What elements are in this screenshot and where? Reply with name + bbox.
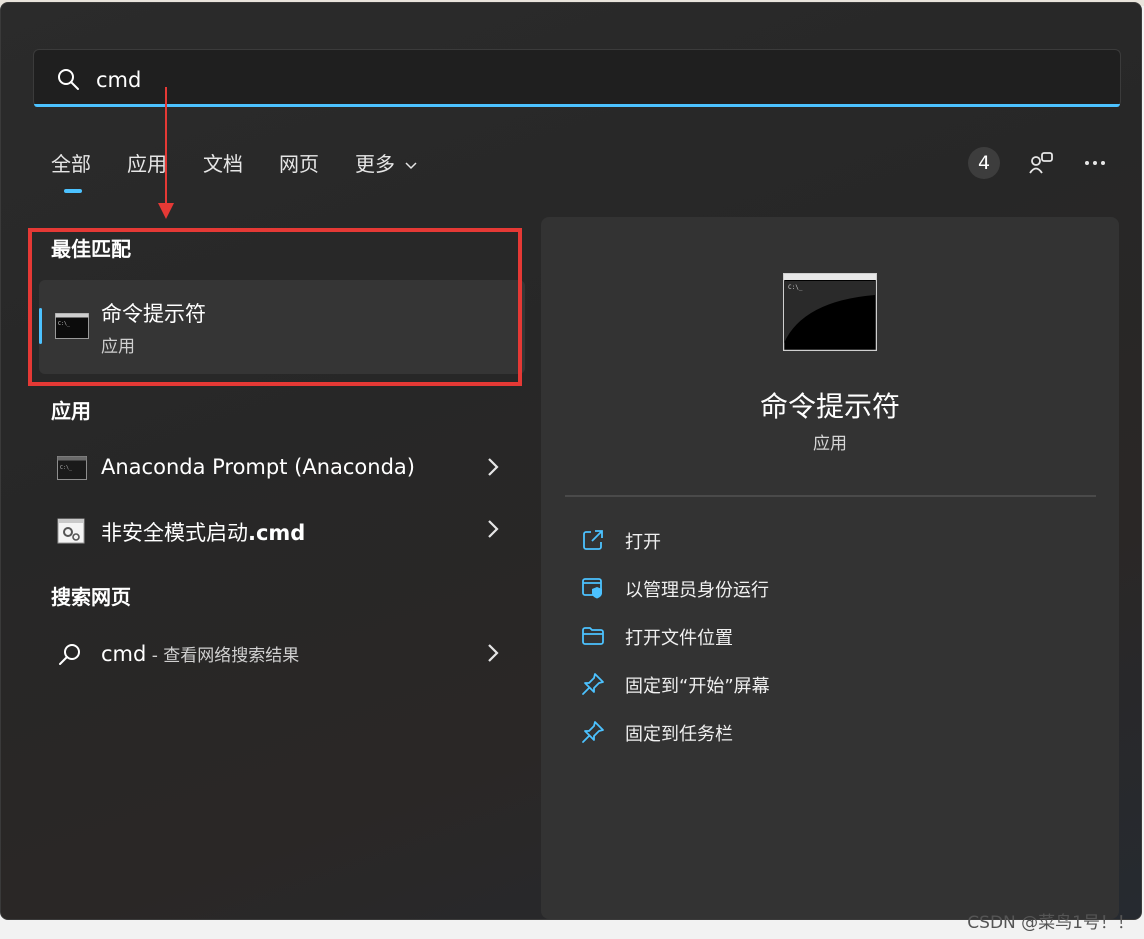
open-external-icon bbox=[583, 530, 603, 550]
web-search-label: cmd - 查看网络搜索结果 bbox=[101, 641, 299, 666]
chevron-right-icon[interactable] bbox=[487, 519, 499, 539]
annotation-arrow-head bbox=[158, 203, 174, 219]
annotation-arrow-line bbox=[165, 87, 167, 207]
tab-label: 更多 bbox=[355, 152, 395, 176]
detail-pane: C:\_ 命令提示符 应用 打开 以管理员身份运行 打开文件位置 固定到“开始”… bbox=[541, 217, 1119, 919]
filter-tabs: 全部 应用 文档 网页 更多 bbox=[51, 149, 453, 193]
app-result-cmd-script[interactable]: 非安全模式启动.cmd bbox=[51, 509, 511, 553]
search-icon bbox=[59, 644, 80, 665]
tab-label: 全部 bbox=[51, 152, 91, 176]
account-switch-icon[interactable] bbox=[1027, 149, 1055, 177]
tab-web[interactable]: 网页 bbox=[279, 149, 319, 179]
chevron-right-icon[interactable] bbox=[487, 457, 499, 477]
command-prompt-icon: C:\_ bbox=[783, 273, 877, 351]
tab-more[interactable]: 更多 bbox=[355, 149, 417, 179]
detail-title: 命令提示符 bbox=[759, 390, 900, 423]
pin-icon bbox=[582, 673, 604, 695]
search-box[interactable] bbox=[33, 49, 1121, 107]
detail-divider bbox=[565, 495, 1096, 497]
app-result-label: 非安全模式启动.cmd bbox=[101, 517, 305, 547]
search-focus-underline bbox=[34, 104, 1120, 107]
apps-heading: 应用 bbox=[51, 399, 91, 423]
app-result-label-extension: .cmd bbox=[248, 521, 306, 545]
watermark: CSDN @菜鸟1号！！ bbox=[967, 913, 1134, 933]
app-result-label: Anaconda Prompt (Anaconda) bbox=[101, 455, 415, 479]
chevron-down-icon bbox=[405, 161, 417, 169]
search-icon bbox=[58, 69, 79, 90]
admin-shield-icon bbox=[582, 578, 602, 599]
web-search-query: cmd bbox=[101, 642, 147, 666]
detail-subtitle: 应用 bbox=[813, 434, 847, 454]
app-result-label-name: 非安全模式启动 bbox=[101, 521, 248, 545]
action-label: 固定到“开始”屏幕 bbox=[625, 676, 770, 697]
tab-all[interactable]: 全部 bbox=[51, 149, 91, 193]
folder-icon bbox=[582, 627, 604, 645]
tab-documents[interactable]: 文档 bbox=[203, 149, 243, 179]
start-search-panel: 全部 应用 文档 网页 更多 4 最佳匹配 C:\_ 命令提示符 应用 应用 bbox=[0, 2, 1142, 920]
search-input[interactable] bbox=[94, 64, 998, 96]
rewards-badge[interactable]: 4 bbox=[968, 147, 1000, 179]
tab-apps[interactable]: 应用 bbox=[127, 149, 167, 179]
action-label: 打开文件位置 bbox=[625, 628, 733, 649]
search-web-heading: 搜索网页 bbox=[51, 585, 131, 609]
action-label: 固定到任务栏 bbox=[625, 724, 733, 745]
action-label: 打开 bbox=[625, 532, 661, 553]
web-search-result[interactable]: cmd - 查看网络搜索结果 bbox=[51, 633, 511, 677]
chevron-right-icon[interactable] bbox=[487, 643, 499, 663]
tab-label: 文档 bbox=[203, 152, 243, 176]
annotation-highlight-box bbox=[28, 228, 522, 386]
pin-icon bbox=[582, 721, 604, 743]
tab-label: 应用 bbox=[127, 152, 167, 176]
more-options-icon[interactable] bbox=[1081, 149, 1109, 177]
app-result-anaconda-prompt[interactable]: C:\_ Anaconda Prompt (Anaconda) bbox=[51, 447, 511, 491]
tab-label: 网页 bbox=[279, 152, 319, 176]
web-search-suffix: - 查看网络搜索结果 bbox=[146, 646, 300, 666]
action-label: 以管理员身份运行 bbox=[625, 580, 769, 601]
batch-file-icon bbox=[57, 518, 85, 544]
svg-text:C:\_: C:\_ bbox=[60, 465, 73, 471]
terminal-icon: C:\_ bbox=[57, 456, 87, 480]
svg-text:C:\_: C:\_ bbox=[788, 284, 803, 291]
